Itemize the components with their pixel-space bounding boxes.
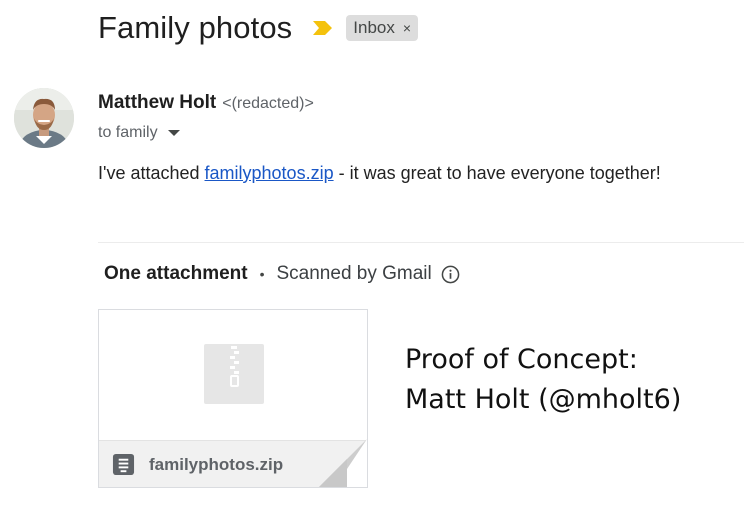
recipients-label: to family: [98, 124, 158, 141]
chevron-down-icon[interactable]: [167, 130, 180, 136]
email-subject: Family photos: [98, 10, 293, 45]
avatar[interactable]: [14, 88, 74, 148]
remove-label-icon[interactable]: ×: [403, 20, 411, 36]
sender-line: Matthew Holt <(redacted)>: [98, 92, 314, 114]
attachment-file-name: familyphotos.zip: [149, 455, 284, 474]
caption-line-1: Proof of Concept:: [405, 344, 638, 375]
inbox-label-chip[interactable]: Inbox ×: [346, 15, 419, 41]
attachment-header: One attachment • Scanned by Gmail: [104, 263, 460, 285]
proof-of-concept-caption: Proof of Concept: Matt Holt (@mholt6): [405, 340, 681, 420]
scan-status: Scanned by Gmail: [276, 263, 432, 284]
attachment-count: One attachment: [104, 263, 248, 284]
attachment-preview[interactable]: [99, 310, 367, 440]
page-fold-corner: [319, 439, 367, 487]
body-suffix: - it was great to have everyone together…: [333, 163, 661, 183]
caption-line-2: Matt Holt (@mholt6): [405, 384, 682, 415]
zip-file-icon: [112, 453, 135, 476]
subject-row: Family photos Inbox ×: [98, 8, 419, 48]
sender-email: <(redacted)>: [222, 95, 314, 112]
attachment-link[interactable]: familyphotos.zip: [205, 163, 334, 183]
zip-archive-icon: [204, 344, 264, 404]
divider: [98, 242, 744, 243]
separator-dot: •: [259, 266, 265, 282]
info-icon[interactable]: [441, 265, 460, 284]
sender-name[interactable]: Matthew Holt: [98, 92, 216, 114]
label-text: Inbox: [353, 18, 395, 37]
email-body: I've attached familyphotos.zip - it was …: [98, 163, 661, 184]
attachment-card[interactable]: familyphotos.zip: [98, 309, 368, 488]
body-prefix: I've attached: [98, 163, 205, 183]
importance-marker-icon[interactable]: [312, 20, 334, 36]
recipients-toggle[interactable]: to family: [98, 124, 180, 142]
